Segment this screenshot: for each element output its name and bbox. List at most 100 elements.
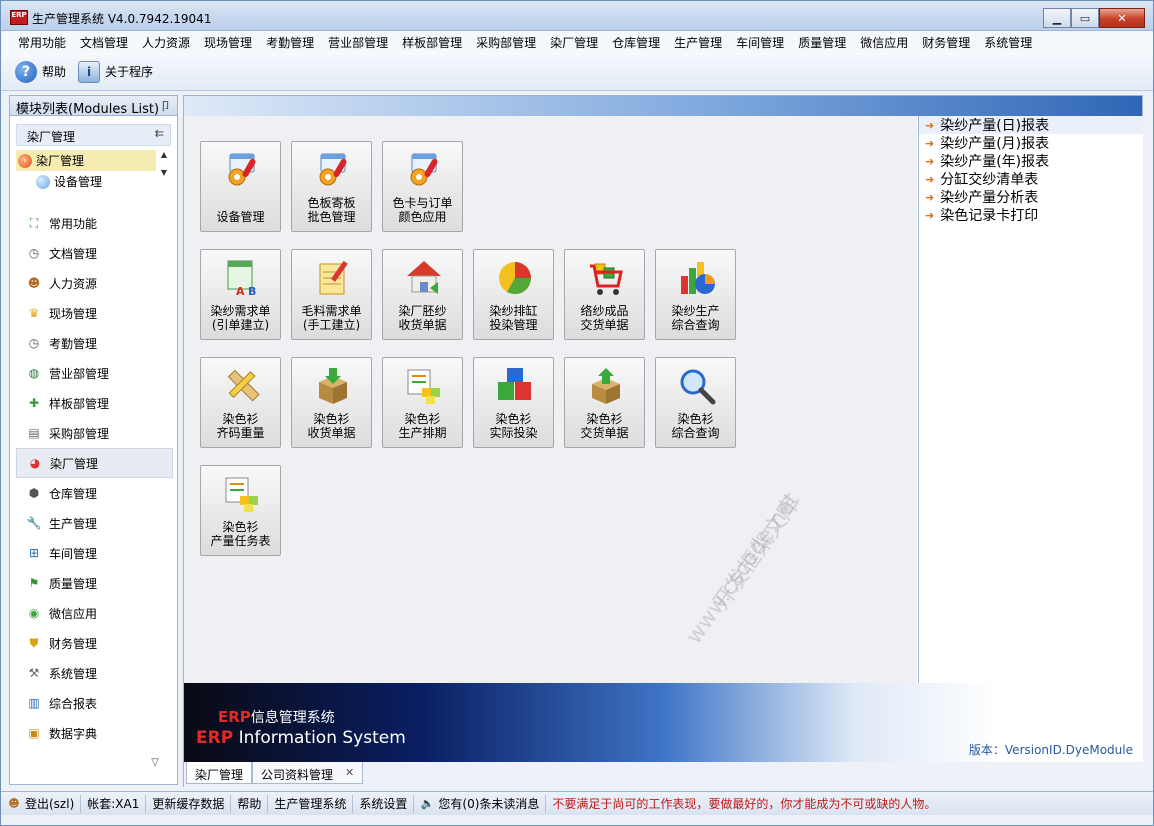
nav-item-wechat[interactable]: ◉ 微信应用 <box>10 598 177 628</box>
circle-icon <box>36 174 50 189</box>
nav-item-warehouse[interactable]: ⬢ 仓库管理 <box>10 478 177 508</box>
user-icon: ☻ <box>8 797 20 810</box>
menu-finance[interactable]: 财务管理 <box>915 31 977 53</box>
report-item[interactable]: ➜ 染纱产量(年)报表 <box>919 152 1143 170</box>
nav-item-site[interactable]: ♛ 现场管理 <box>10 298 177 328</box>
button-label-line2: 齐码重量 <box>216 426 265 440</box>
nav-item-documents[interactable]: ◷ 文档管理 <box>10 238 177 268</box>
button-label-line2: 收货单据 <box>307 426 356 440</box>
module-category[interactable]: 染厂管理 ⇇ <box>16 124 171 146</box>
box-up-icon <box>592 368 620 404</box>
nav-item-common[interactable]: ⛶ 常用功能 <box>10 208 177 238</box>
menu-samples[interactable]: 样板部管理 <box>395 31 469 53</box>
menu-hr[interactable]: 人力资源 <box>135 31 197 53</box>
nav-item-attendance[interactable]: ◷ 考勤管理 <box>10 328 177 358</box>
close-tab-icon[interactable]: ✕ <box>345 766 354 779</box>
wool-requirement-button[interactable]: 毛料需求单 (手工建立) <box>291 249 372 340</box>
dyed-garment-size-weight-button[interactable]: 染色衫 齐码重量 <box>200 357 281 448</box>
button-label-line2: 交货单据 <box>580 426 629 440</box>
wound-yarn-delivery-button[interactable]: 络纱成品 交货单据 <box>564 249 645 340</box>
status-help-button[interactable]: 帮助 <box>231 794 269 813</box>
dyed-garment-receipt-button[interactable]: 染色衫 收货单据 <box>291 357 372 448</box>
menu-wechat[interactable]: 微信应用 <box>853 31 915 53</box>
yarn-production-query-button[interactable]: 染纱生产 综合查询 <box>655 249 736 340</box>
nav-item-label: 财务管理 <box>49 636 98 651</box>
help-button[interactable]: ? 帮助 <box>15 60 66 83</box>
logout-button[interactable]: ☻ 登出(szl) <box>1 794 82 813</box>
close-button[interactable]: ✕ <box>1099 8 1145 28</box>
button-label-line1: 色板寄板 <box>307 196 356 210</box>
nav-item-workshop[interactable]: ⊞ 车间管理 <box>10 538 177 568</box>
menu-purchasing[interactable]: 采购部管理 <box>469 31 543 53</box>
dyed-garment-output-task-button[interactable]: 染色衫 产量任务表 <box>200 465 281 556</box>
dyed-garment-query-button[interactable]: 染色衫 综合查询 <box>655 357 736 448</box>
about-button[interactable]: i 关于程序 <box>78 60 153 83</box>
color-board-button[interactable]: 色板寄板 批色管理 <box>291 141 372 232</box>
menu-system[interactable]: 系统管理 <box>977 31 1039 53</box>
nav-item-production[interactable]: 🔧 生产管理 <box>10 508 177 538</box>
speaker-icon: 🔈 <box>420 797 435 810</box>
tab-company-info[interactable]: 公司资料管理 ✕ <box>252 762 364 784</box>
dyed-garment-schedule-button[interactable]: 染色衫 生产排期 <box>382 357 463 448</box>
report-item[interactable]: ➜ 染色记录卡打印 <box>919 206 1143 224</box>
menu-site[interactable]: 现场管理 <box>197 31 259 53</box>
nav-item-dictionary[interactable]: ▣ 数据字典 <box>10 718 177 748</box>
nav-item-samples[interactable]: ✚ 样板部管理 <box>10 388 177 418</box>
nav-item-label: 文档管理 <box>49 246 98 261</box>
arrow-right-icon: ➜ <box>925 208 935 222</box>
equipment-management-button[interactable]: 设备管理 <box>200 141 281 232</box>
menu-documents[interactable]: 文档管理 <box>73 31 135 53</box>
nav-item-finance[interactable]: ⛊ 财务管理 <box>10 628 177 658</box>
menu-workshop[interactable]: 车间管理 <box>729 31 791 53</box>
tree-item-dyehouse[interactable]: › 染厂管理 <box>16 150 156 171</box>
report-list: ➜ 染纱产量(日)报表 ➜ 染纱产量(月)报表 ➜ 染纱产量(年)报表 ➜ 分缸… <box>918 116 1143 683</box>
menu-common[interactable]: 常用功能 <box>11 31 73 53</box>
status-bar: ☻ 登出(szl) 帐套:XA1 更新缓存数据 帮助 生产管理系统 系统设置 🔈… <box>1 791 1153 815</box>
yarn-vat-dyeing-button[interactable]: 染纱排缸 投染管理 <box>473 249 554 340</box>
scroll-down-icon[interactable]: ▽ <box>151 757 159 768</box>
nav-item-sales[interactable]: ◍ 营业部管理 <box>10 358 177 388</box>
tree-scrollbar[interactable]: ▲ ▼ <box>157 150 171 192</box>
tree-item-equipment[interactable]: 设备管理 <box>16 171 171 192</box>
nav-item-hr[interactable]: ☻ 人力资源 <box>10 268 177 298</box>
greige-yarn-receipt-button[interactable]: 染厂胚纱 收货单据 <box>382 249 463 340</box>
tab-dyehouse[interactable]: 染厂管理 <box>186 762 253 784</box>
report-item[interactable]: ➜ 分缸交纱清单表 <box>919 170 1143 188</box>
report-item[interactable]: ➜ 染纱产量(日)报表 <box>919 116 1143 134</box>
box-icon: ⬢ <box>28 486 40 500</box>
pie-icon <box>499 262 532 295</box>
menu-warehouse[interactable]: 仓库管理 <box>605 31 667 53</box>
maximize-button[interactable]: ▭ <box>1071 8 1099 28</box>
refresh-cache-button[interactable]: 更新缓存数据 <box>146 794 232 813</box>
messages-button[interactable]: 🔈 您有(0)条未读消息 <box>414 794 547 813</box>
yarn-requirement-order-button[interactable]: A B 染纱需求单 (引单建立) <box>200 249 281 340</box>
minimize-button[interactable]: ▁ <box>1043 8 1071 28</box>
report-item[interactable]: ➜ 染纱产量分析表 <box>919 188 1143 206</box>
menu-quality[interactable]: 质量管理 <box>791 31 853 53</box>
color-card-order-button[interactable]: 色卡与订单 颜色应用 <box>382 141 463 232</box>
nav-item-dyehouse[interactable]: ◕ 染厂管理 <box>16 448 173 478</box>
nav-item-quality[interactable]: ⚑ 质量管理 <box>10 568 177 598</box>
menu-production[interactable]: 生产管理 <box>667 31 729 53</box>
system-settings-button[interactable]: 系统设置 <box>353 794 415 813</box>
nav-item-label: 车间管理 <box>49 546 98 561</box>
pin-icon[interactable]: 卩 <box>160 98 171 114</box>
collapse-icon[interactable]: ⇇ <box>155 127 164 140</box>
menu-attendance[interactable]: 考勤管理 <box>259 31 321 53</box>
clock-icon: ◷ <box>28 336 40 350</box>
nav-item-system[interactable]: ⚒ 系统管理 <box>10 658 177 688</box>
button-label-line2: 综合查询 <box>671 426 720 440</box>
title-bar: ERP 生产管理系统 V4.0.7942.19041 ▁ ▭ ✕ <box>1 1 1153 31</box>
system-name-button[interactable]: 生产管理系统 <box>268 794 354 813</box>
nav-item-reports[interactable]: ▥ 综合报表 <box>10 688 177 718</box>
menu-dyehouse[interactable]: 染厂管理 <box>543 31 605 53</box>
task-cubes-icon <box>407 369 440 404</box>
report-item[interactable]: ➜ 染纱产量(月)报表 <box>919 134 1143 152</box>
ruler-pencil-icon <box>227 369 260 402</box>
menu-sales[interactable]: 营业部管理 <box>321 31 395 53</box>
nav-item-purchasing[interactable]: ▤ 采购部管理 <box>10 418 177 448</box>
dyed-garment-delivery-button[interactable]: 染色衫 交货单据 <box>564 357 645 448</box>
svg-text:B: B <box>248 285 256 298</box>
button-label-line2: (引单建立) <box>211 318 270 332</box>
dyed-garment-actual-dyeing-button[interactable]: 染色衫 实际投染 <box>473 357 554 448</box>
